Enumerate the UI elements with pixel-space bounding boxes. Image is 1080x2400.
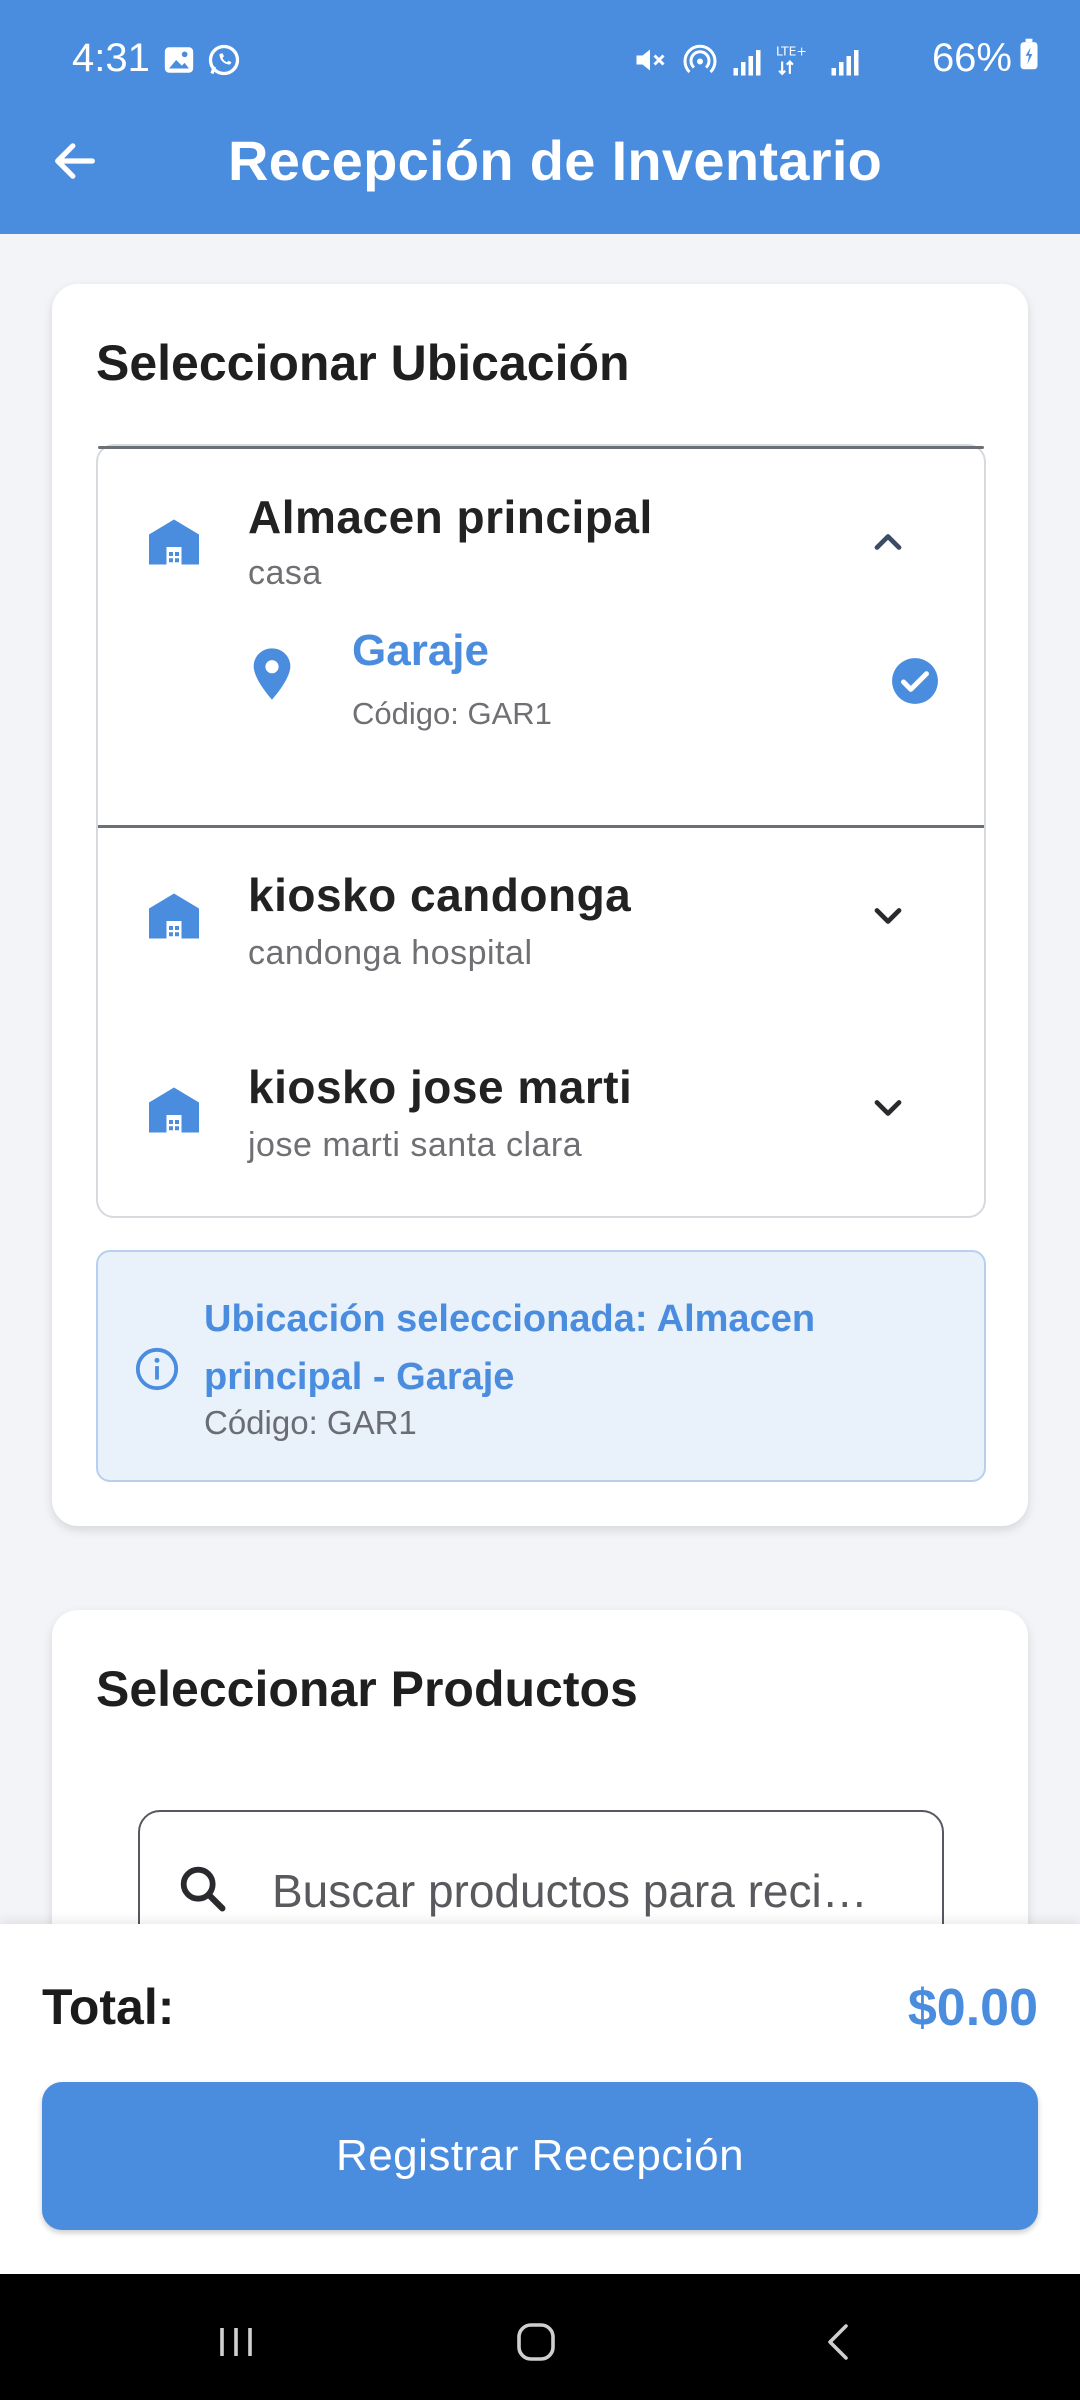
location-name: kiosko candonga xyxy=(248,869,632,921)
warehouse-icon xyxy=(149,519,199,565)
location-item-kiosko-candonga[interactable]: kiosko candonga candonga hospital xyxy=(98,846,984,996)
product-search-input[interactable] xyxy=(272,1856,912,1926)
location-card: Seleccionar Ubicación Almacen principal … xyxy=(52,284,1028,1526)
signal-icon xyxy=(732,43,762,88)
selected-location-text: Ubicación seleccionada: Almacen principa… xyxy=(204,1298,816,1398)
warehouse-icon xyxy=(149,1087,199,1133)
location-card-title: Seleccionar Ubicación xyxy=(96,335,630,391)
back-button[interactable] xyxy=(40,126,110,196)
search-icon xyxy=(180,1866,226,1912)
battery-charging-icon xyxy=(1018,36,1040,81)
total-value: $0.00 xyxy=(907,1979,1038,2037)
footer-panel: Total: $0.00 Registrar Recepción xyxy=(0,1924,1080,2274)
status-time: 4:31 xyxy=(72,36,150,80)
sublocation-code: Código: GAR1 xyxy=(352,696,552,731)
location-subtitle: candonga hospital xyxy=(248,934,533,972)
back-nav-button[interactable] xyxy=(810,2312,870,2372)
selected-location-info: Ubicación seleccionada: Almacen principa… xyxy=(96,1250,986,1482)
home-button[interactable] xyxy=(506,2312,566,2372)
check-circle-icon xyxy=(892,658,938,704)
location-item-almacen-principal[interactable]: Almacen principal casa xyxy=(98,446,984,596)
svg-text:LTE+: LTE+ xyxy=(776,44,807,58)
home-icon xyxy=(517,2323,555,2361)
chevron-down-icon[interactable] xyxy=(866,1086,910,1130)
products-card-title: Seleccionar Productos xyxy=(96,1661,638,1717)
location-item-kiosko-jose-marti[interactable]: kiosko jose marti jose marti santa clara xyxy=(98,1042,984,1192)
chevron-down-icon[interactable] xyxy=(866,894,910,938)
location-subtitle: jose marti santa clara xyxy=(248,1126,583,1164)
page-title: Recepción de Inventario xyxy=(228,129,883,192)
back-nav-icon xyxy=(828,2324,848,2360)
lte-signal-icon: LTE+ xyxy=(776,42,816,88)
info-icon xyxy=(135,1347,179,1391)
arrow-left-icon xyxy=(55,143,95,179)
hotspot-icon xyxy=(682,42,718,88)
chevron-up-icon[interactable] xyxy=(866,520,910,564)
sublocation-name: Garaje xyxy=(352,626,489,675)
system-nav-bar xyxy=(0,2274,1080,2400)
recents-button[interactable] xyxy=(206,2312,266,2372)
location-list-box: Almacen principal casa Garaje Código: GA… xyxy=(96,444,986,1218)
expanded-section-divider xyxy=(98,825,984,828)
sublocation-item-garaje[interactable]: Garaje Código: GAR1 xyxy=(98,596,984,796)
warehouse-icon xyxy=(149,893,199,939)
mute-icon xyxy=(632,42,668,88)
gallery-icon xyxy=(162,42,196,88)
location-subtitle: casa xyxy=(248,554,322,592)
register-reception-button[interactable]: Registrar Recepción xyxy=(42,2082,1038,2230)
selected-location-code: Código: GAR1 xyxy=(204,1404,417,1441)
total-label: Total: xyxy=(42,1979,175,2035)
location-pin-icon xyxy=(253,648,291,700)
location-list: Almacen principal casa Garaje Código: GA… xyxy=(96,444,986,1504)
whatsapp-icon xyxy=(206,42,242,88)
status-bar: 4:31 LTE+ 66% xyxy=(0,28,1080,92)
location-name: Almacen principal xyxy=(248,491,653,543)
battery-level: 66% xyxy=(931,36,1012,80)
recents-icon xyxy=(220,2328,252,2356)
app-bar: 4:31 LTE+ 66% Recepción de Inventario xyxy=(0,0,1080,234)
location-name: kiosko jose marti xyxy=(248,1061,633,1113)
signal-icon xyxy=(830,43,860,88)
